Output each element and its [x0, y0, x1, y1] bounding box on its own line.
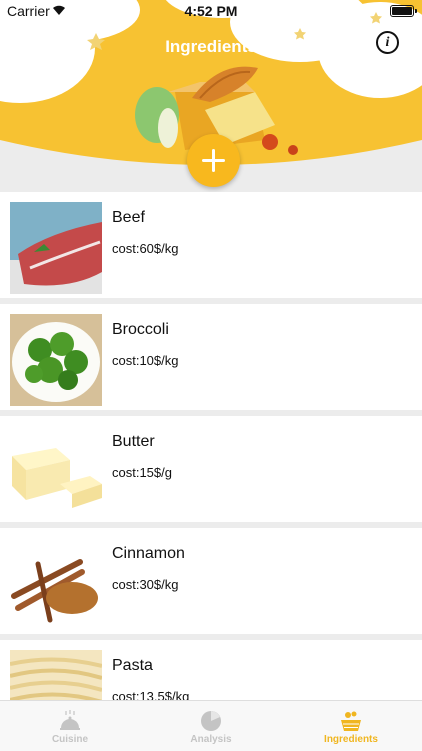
ingredient-cost: cost:13.5$/kg — [112, 689, 190, 700]
ingredient-cost: cost:60$/kg — [112, 241, 179, 256]
add-ingredient-button[interactable] — [187, 134, 240, 187]
list-item[interactable]: Pasta cost:13.5$/kg — [0, 640, 422, 700]
cloche-icon — [60, 710, 80, 730]
tab-analysis[interactable]: Analysis — [141, 701, 281, 751]
beef-image — [10, 202, 102, 294]
broccoli-image — [10, 314, 102, 406]
list-item[interactable]: Cinnamon cost:30$/kg — [0, 528, 422, 634]
ingredient-list: Beef cost:60$/kg Broccoli cost:10$/kg Bu… — [0, 192, 422, 700]
tab-bar: Cuisine Analysis Ingredients — [0, 700, 422, 751]
pie-chart-icon — [201, 711, 221, 731]
list-item[interactable]: Broccoli cost:10$/kg — [0, 304, 422, 410]
ingredient-name: Butter — [112, 433, 155, 450]
butter-image — [10, 426, 102, 518]
ingredient-name: Cinnamon — [112, 545, 185, 562]
battery-icon — [390, 5, 417, 17]
pasta-image — [10, 650, 102, 700]
basket-icon — [341, 711, 361, 731]
list-item[interactable]: Beef cost:60$/kg — [0, 192, 422, 298]
ingredient-name: Beef — [112, 209, 145, 226]
tab-label: Analysis — [190, 734, 232, 745]
page-title: Ingredients — [165, 37, 257, 56]
cinnamon-image — [10, 538, 102, 630]
ingredient-name: Pasta — [112, 657, 153, 674]
status-bar: Carrier 4:52 PM — [0, 0, 422, 22]
tab-label: Cuisine — [51, 734, 89, 745]
clock-label: 4:52 PM — [184, 3, 238, 19]
tab-cuisine[interactable]: Cuisine — [0, 701, 140, 751]
ingredient-cost: cost:10$/kg — [112, 353, 179, 368]
info-icon[interactable]: i — [376, 31, 399, 54]
ingredient-cost: cost:15$/g — [112, 465, 172, 480]
tab-ingredients[interactable]: Ingredients — [281, 701, 421, 751]
ingredient-name: Broccoli — [112, 321, 169, 338]
ingredient-cost: cost:30$/kg — [112, 577, 179, 592]
tab-label: Ingredients — [324, 734, 378, 745]
list-item[interactable]: Butter cost:15$/g — [0, 416, 422, 522]
